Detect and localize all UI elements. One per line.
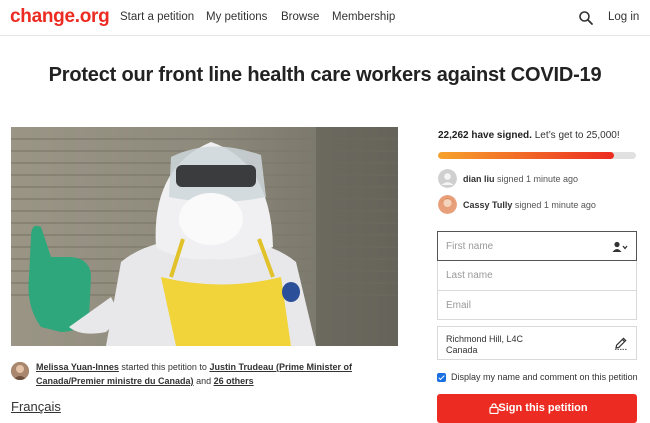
signer-name: Cassy Tully [463,200,513,210]
checkbox-checked[interactable] [437,373,446,382]
sign-petition-button[interactable]: Sign this petition [437,394,637,423]
signature-count: 22,262 have signed. Let’s get to 25,000! [438,130,620,141]
signer-action: signed 1 minute ago [494,174,579,184]
petition-photo [11,127,398,346]
last-name-placeholder: Last name [446,270,493,281]
first-name-field[interactable]: First name [437,231,637,261]
search-icon[interactable] [578,10,594,26]
nav-membership[interactable]: Membership [332,11,395,23]
location-city: Richmond Hill, L4C [446,334,524,344]
first-name-placeholder: First name [446,241,494,252]
starter-avatar[interactable] [11,362,29,380]
user-dropdown-icon[interactable] [612,241,628,253]
nav-my-petitions[interactable]: My petitions [206,11,267,23]
recent-signer-text: Cassy Tully signed 1 minute ago [463,200,596,210]
email-field[interactable]: Email [437,290,637,320]
starter-text: Melissa Yuan-Innes started this petition… [36,360,376,388]
edit-pencil-icon[interactable] [614,336,628,350]
signer-avatar [438,195,457,214]
top-navigation-bar: change.org Start a petition My petitions… [0,0,650,36]
email-placeholder: Email [446,300,472,311]
location-country: Canada [446,345,478,355]
recent-signer: dian liu signed 1 minute ago [438,169,636,188]
starter-text-part: and [193,376,214,386]
progress-bar-fill [438,152,615,159]
last-name-field[interactable]: Last name [437,261,637,291]
nav-start-petition[interactable]: Start a petition [120,11,194,23]
signer-action: signed 1 minute ago [512,200,596,210]
signature-goal-text: Let’s get to 25,000! [531,130,620,141]
signer-name: dian liu [463,174,495,184]
language-link-francais[interactable]: Français [11,399,61,414]
starter-text-part: started this petition to [118,362,210,372]
petition-title: Protect our front line health care worke… [48,64,602,86]
default-avatar-icon [438,169,457,188]
change-org-logo[interactable]: change.org [10,6,110,28]
nav-browse[interactable]: Browse [281,11,319,23]
login-link[interactable]: Log in [608,11,639,23]
location-field[interactable]: Richmond Hill, L4C Canada [437,326,637,360]
starter-name-link[interactable]: Melissa Yuan-Innes [36,362,119,372]
recent-signer-text: dian liu signed 1 minute ago [463,174,578,184]
recent-signer: Cassy Tully signed 1 minute ago [438,195,636,214]
display-name-checkbox[interactable]: Display my name and comment on this peti… [437,372,638,384]
signature-count-bold: 22,262 have signed. [438,130,532,141]
signature-progress-bar [438,152,636,159]
others-link[interactable]: 26 others [214,376,254,386]
display-name-checkbox-label: Display my name and comment on this peti… [451,372,638,382]
sign-petition-label: Sign this petition [498,402,588,414]
